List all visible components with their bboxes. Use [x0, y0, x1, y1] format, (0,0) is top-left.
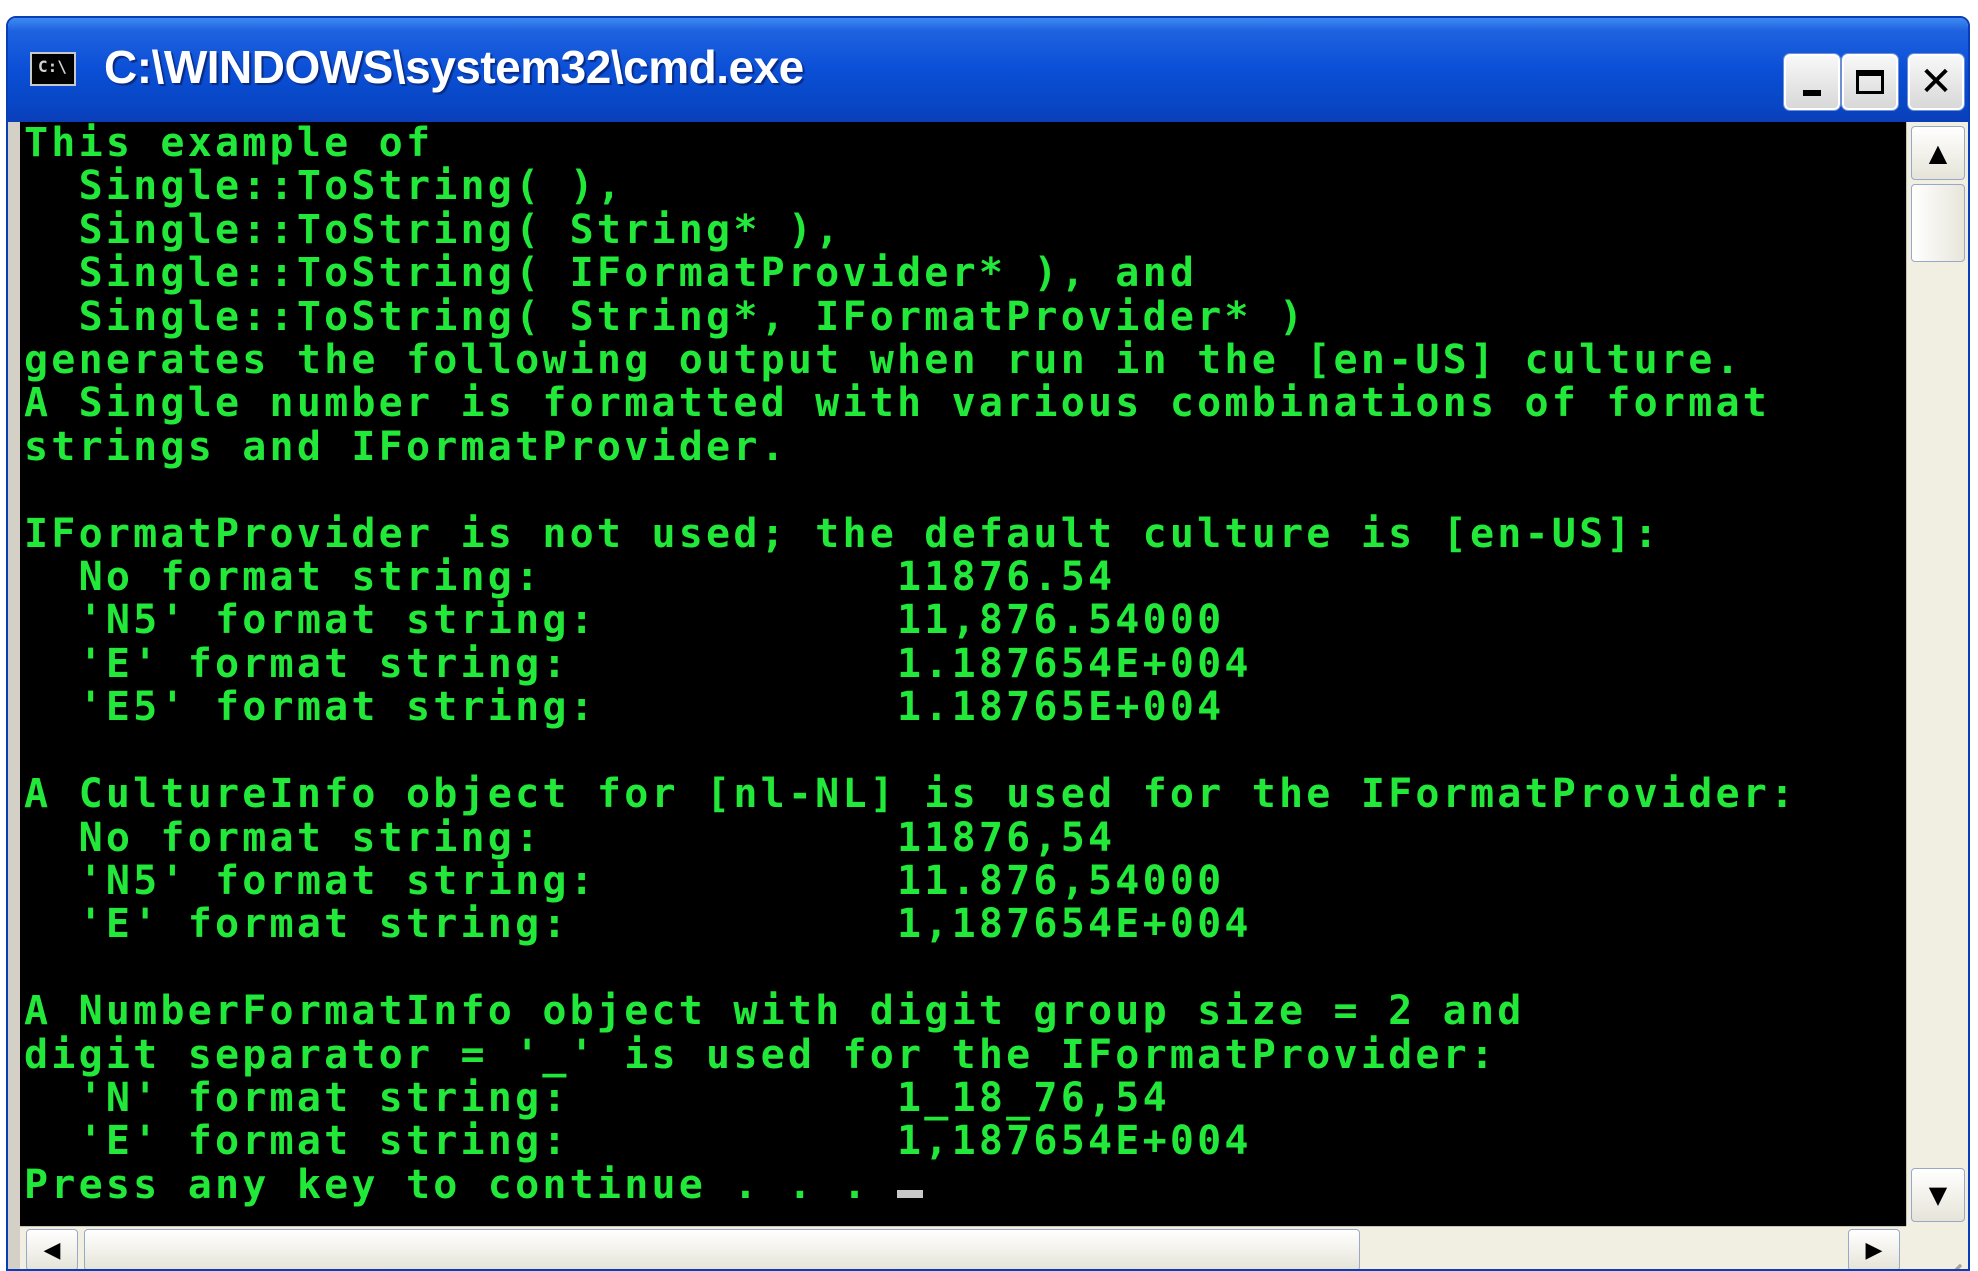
- text-cursor: [897, 1189, 924, 1198]
- console-line: IFormatProvider is not used; the default…: [24, 510, 1661, 557]
- console-line: strings and IFormatProvider.: [24, 423, 788, 470]
- console-line: 'E' format string: 1.187654E+004: [24, 640, 1252, 687]
- console-prompt: Press any key to continue . . .: [24, 1161, 898, 1208]
- console-line: 'E' format string: 1,187654E+004: [24, 1118, 1252, 1165]
- console-line: Single::ToString( String*, IFormatProvid…: [24, 293, 1307, 340]
- console-line: 'N5' format string: 11.876,54000: [24, 857, 1225, 904]
- vertical-scrollbar[interactable]: ▲ ▼: [1906, 122, 1968, 1226]
- console-line: generates the following output when run …: [24, 337, 1743, 384]
- scroll-left-button[interactable]: ◀: [26, 1229, 78, 1269]
- window-title: C:\WINDOWS\system32\cmd.exe: [104, 41, 804, 93]
- left-arrow-icon: ◀: [43, 1237, 61, 1263]
- down-arrow-icon: ▼: [1928, 1181, 1948, 1209]
- minimize-button[interactable]: [1784, 54, 1840, 110]
- console-line: 'N5' format string: 11,876.54000: [24, 597, 1225, 644]
- vertical-scroll-thumb[interactable]: [1911, 184, 1965, 262]
- console-line: No format string: 11876.54: [24, 554, 1116, 601]
- horizontal-scroll-thumb[interactable]: [84, 1229, 1360, 1269]
- resize-grip-icon[interactable]: [1906, 1226, 1968, 1269]
- console-text: This example of Single::ToString( ), Sin…: [20, 122, 1906, 1207]
- scroll-up-button[interactable]: ▲: [1911, 126, 1965, 180]
- maximize-button[interactable]: [1842, 54, 1898, 110]
- console-line: Single::ToString( ),: [24, 163, 625, 210]
- console-line: No format string: 11876,54: [24, 814, 1116, 861]
- console-line: Single::ToString( IFormatProvider* ), an…: [24, 250, 1198, 297]
- right-arrow-icon: ▶: [1865, 1237, 1883, 1263]
- minimize-icon: [1803, 90, 1821, 96]
- cmd-app-icon[interactable]: C:\: [30, 52, 76, 86]
- console-line: This example of: [24, 122, 434, 166]
- console-line: digit separator = '_' is used for the IF…: [24, 1031, 1498, 1078]
- up-arrow-icon: ▲: [1928, 139, 1948, 167]
- close-button[interactable]: ✕: [1908, 54, 1964, 110]
- console-line: 'E' format string: 1,187654E+004: [24, 901, 1252, 948]
- maximize-icon: [1856, 70, 1884, 94]
- console-line: A Single number is formatted with variou…: [24, 380, 1771, 427]
- cmd-window: C:\ C:\WINDOWS\system32\cmd.exe ✕ This e…: [6, 16, 1970, 1271]
- horizontal-scrollbar[interactable]: ◀ ▶: [20, 1226, 1906, 1269]
- console-line: A CultureInfo object for [nl-NL] is used…: [24, 771, 1798, 818]
- title-bar[interactable]: C:\ C:\WINDOWS\system32\cmd.exe ✕: [8, 18, 1968, 122]
- scroll-down-button[interactable]: ▼: [1911, 1168, 1965, 1222]
- console-line: Single::ToString( String* ),: [24, 206, 843, 253]
- console-line: 'N' format string: 1_18_76,54: [24, 1074, 1170, 1121]
- scroll-right-button[interactable]: ▶: [1848, 1229, 1900, 1269]
- cmd-app-icon-label: C:\: [38, 57, 67, 76]
- console-line: 'E5' format string: 1.18765E+004: [24, 684, 1225, 731]
- close-icon: ✕: [1919, 59, 1953, 105]
- console-line: A NumberFormatInfo object with digit gro…: [24, 988, 1525, 1035]
- console-output[interactable]: This example of Single::ToString( ), Sin…: [20, 122, 1906, 1226]
